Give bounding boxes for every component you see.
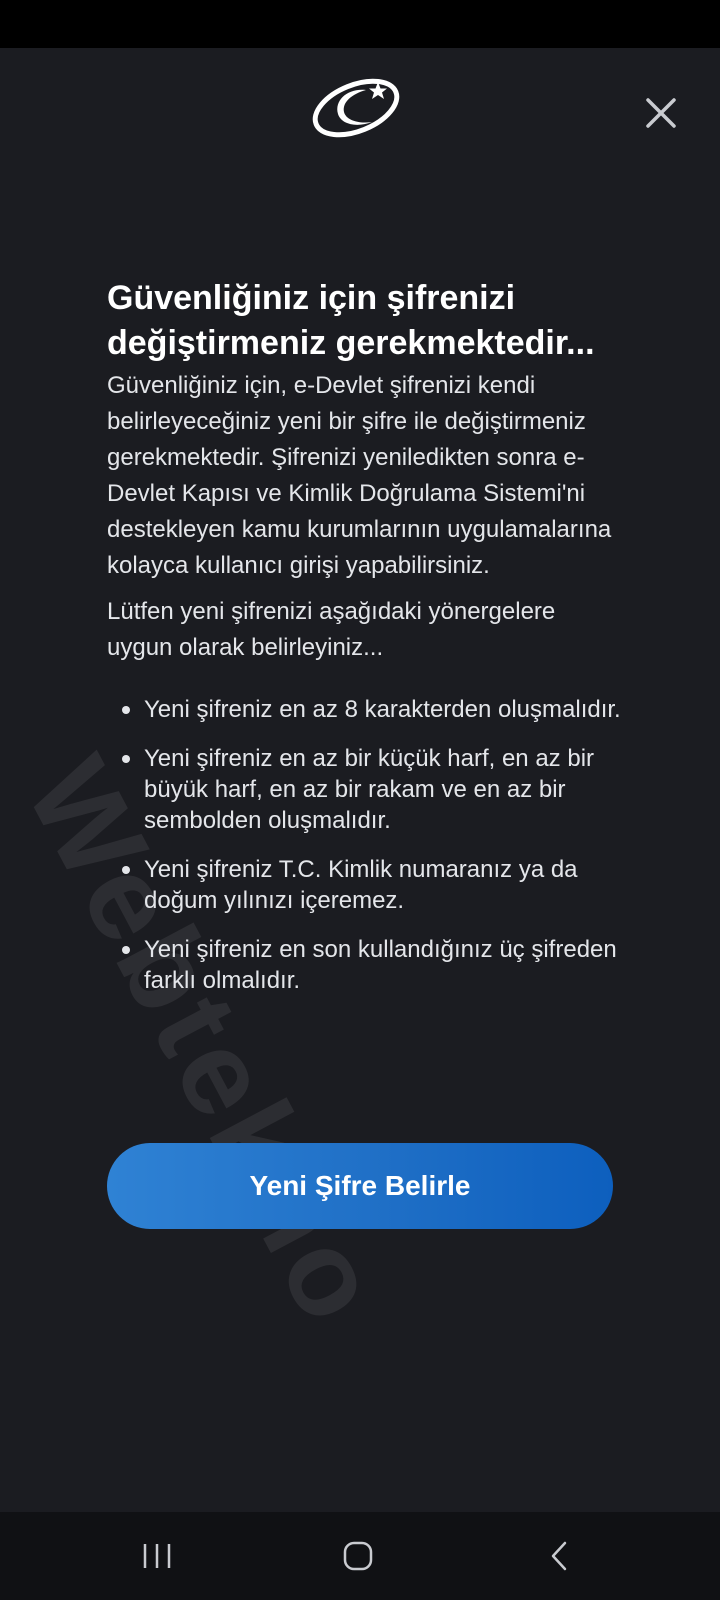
rule-text: Yeni şifreniz T.C. Kimlik numaranız ya d… [144, 856, 578, 914]
list-item: Yeni şifreniz T.C. Kimlik numaranız ya d… [107, 854, 627, 916]
instructions-paragraph: Lütfen yeni şifrenizi aşağıdaki yönergel… [107, 598, 556, 661]
home-button[interactable] [328, 1532, 388, 1580]
recents-button[interactable] [127, 1532, 187, 1580]
set-new-password-button[interactable]: Yeni Şifre Belirle [107, 1143, 613, 1229]
button-label: Yeni Şifre Belirle [249, 1170, 471, 1201]
modal-title: Güvenliğiniz için şifrenizi değiştirmeni… [107, 279, 595, 362]
home-icon [343, 1541, 373, 1571]
modal-content: Güvenliğiniz için şifrenizi değiştirmeni… [107, 276, 627, 1014]
bullet-icon [122, 866, 130, 874]
close-icon [646, 98, 676, 128]
status-bar [0, 0, 720, 48]
password-rules-list: Yeni şifreniz en az 8 karakterden oluşma… [107, 694, 627, 996]
rule-text: Yeni şifreniz en son kullandığınız üç şi… [144, 936, 617, 994]
e-devlet-logo [308, 66, 408, 142]
bullet-icon [122, 755, 130, 763]
list-item: Yeni şifreniz en son kullandığınız üç şi… [107, 934, 627, 996]
list-item: Yeni şifreniz en az 8 karakterden oluşma… [107, 694, 627, 725]
close-button[interactable] [636, 88, 686, 138]
recents-icon [143, 1544, 171, 1568]
rule-text: Yeni şifreniz en az 8 karakterden oluşma… [144, 696, 621, 723]
back-button[interactable] [530, 1532, 590, 1580]
rule-text: Yeni şifreniz en az bir küçük harf, en a… [144, 745, 595, 834]
intro-paragraph: Güvenliğiniz için, e-Devlet şifrenizi ke… [107, 372, 612, 579]
bullet-icon [122, 946, 130, 954]
navigation-bar [0, 1512, 720, 1600]
back-icon [551, 1541, 567, 1571]
list-item: Yeni şifreniz en az bir küçük harf, en a… [107, 743, 627, 836]
bullet-icon [122, 706, 130, 714]
